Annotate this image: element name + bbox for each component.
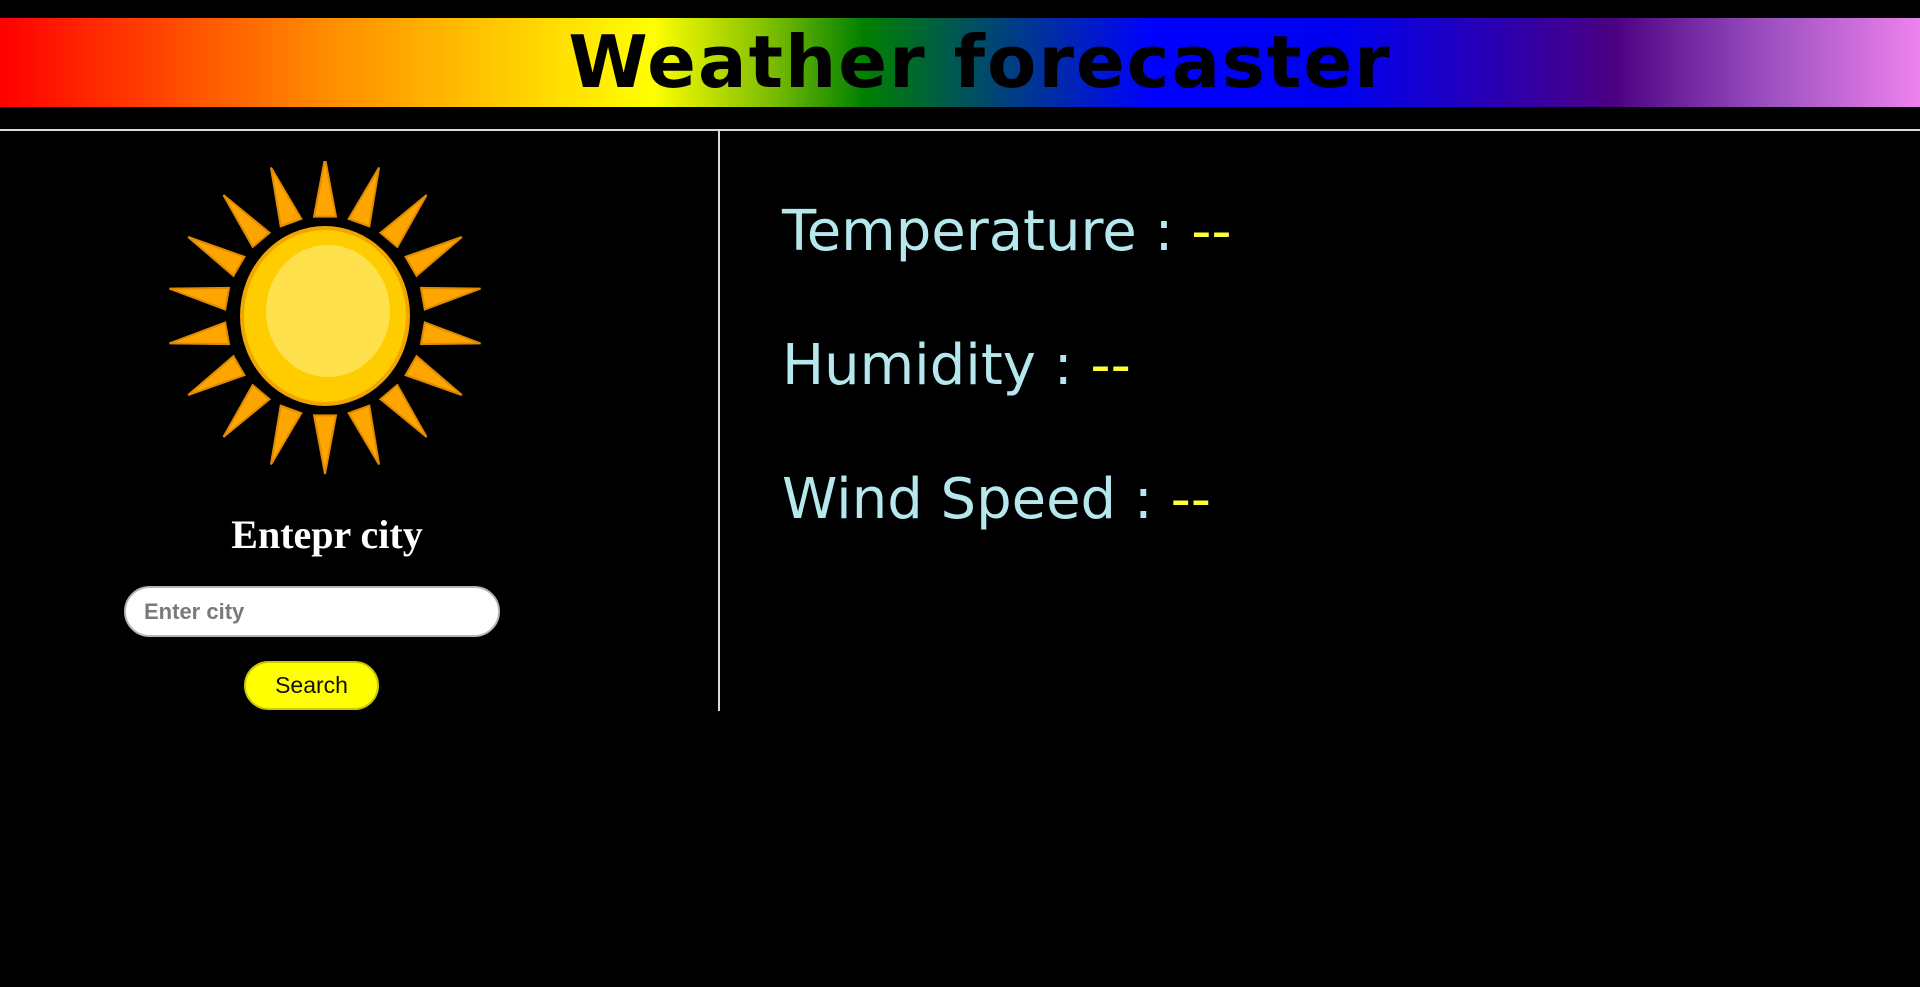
- humidity-value: --: [1090, 333, 1131, 398]
- sun-ray: [419, 321, 481, 346]
- sun-icon: [169, 161, 481, 475]
- app-header: Weather forecaster: [0, 18, 1920, 107]
- sun-ray: [378, 194, 428, 249]
- search-button[interactable]: Search: [244, 661, 379, 710]
- sun-ray: [347, 167, 381, 228]
- sun-ray: [419, 286, 481, 311]
- sun-ray: [187, 236, 246, 278]
- wind-speed-row: Wind Speed : --: [782, 465, 1211, 535]
- humidity-label: Humidity :: [782, 333, 1073, 398]
- sun-ray: [222, 194, 272, 249]
- temperature-row: Temperature : --: [782, 197, 1232, 267]
- sun-ray: [347, 404, 381, 465]
- city-heading: Entepr city: [231, 512, 423, 557]
- city-input[interactable]: [124, 586, 500, 637]
- sun-ray: [269, 404, 303, 465]
- weather-results: Temperature : -- Humidity : -- Wind Spee…: [720, 131, 1900, 711]
- sun-ray: [169, 286, 231, 311]
- search-panel: Entepr city Search: [0, 131, 718, 711]
- temperature-label: Temperature :: [782, 199, 1174, 264]
- sun-ray: [378, 383, 428, 438]
- sun-ray: [269, 167, 303, 228]
- sun-ray: [222, 383, 272, 438]
- app-title: Weather forecaster: [568, 20, 1392, 104]
- humidity-row: Humidity : --: [782, 331, 1131, 401]
- sun-ray: [312, 414, 338, 475]
- wind-speed-label: Wind Speed :: [782, 467, 1153, 532]
- sun-ray: [169, 321, 231, 346]
- sun-ray: [404, 354, 463, 396]
- sun-ray: [404, 236, 463, 278]
- sun-ray: [312, 161, 338, 218]
- wind-speed-value: --: [1170, 467, 1211, 532]
- temperature-value: --: [1191, 199, 1232, 264]
- sun-ray: [187, 354, 246, 396]
